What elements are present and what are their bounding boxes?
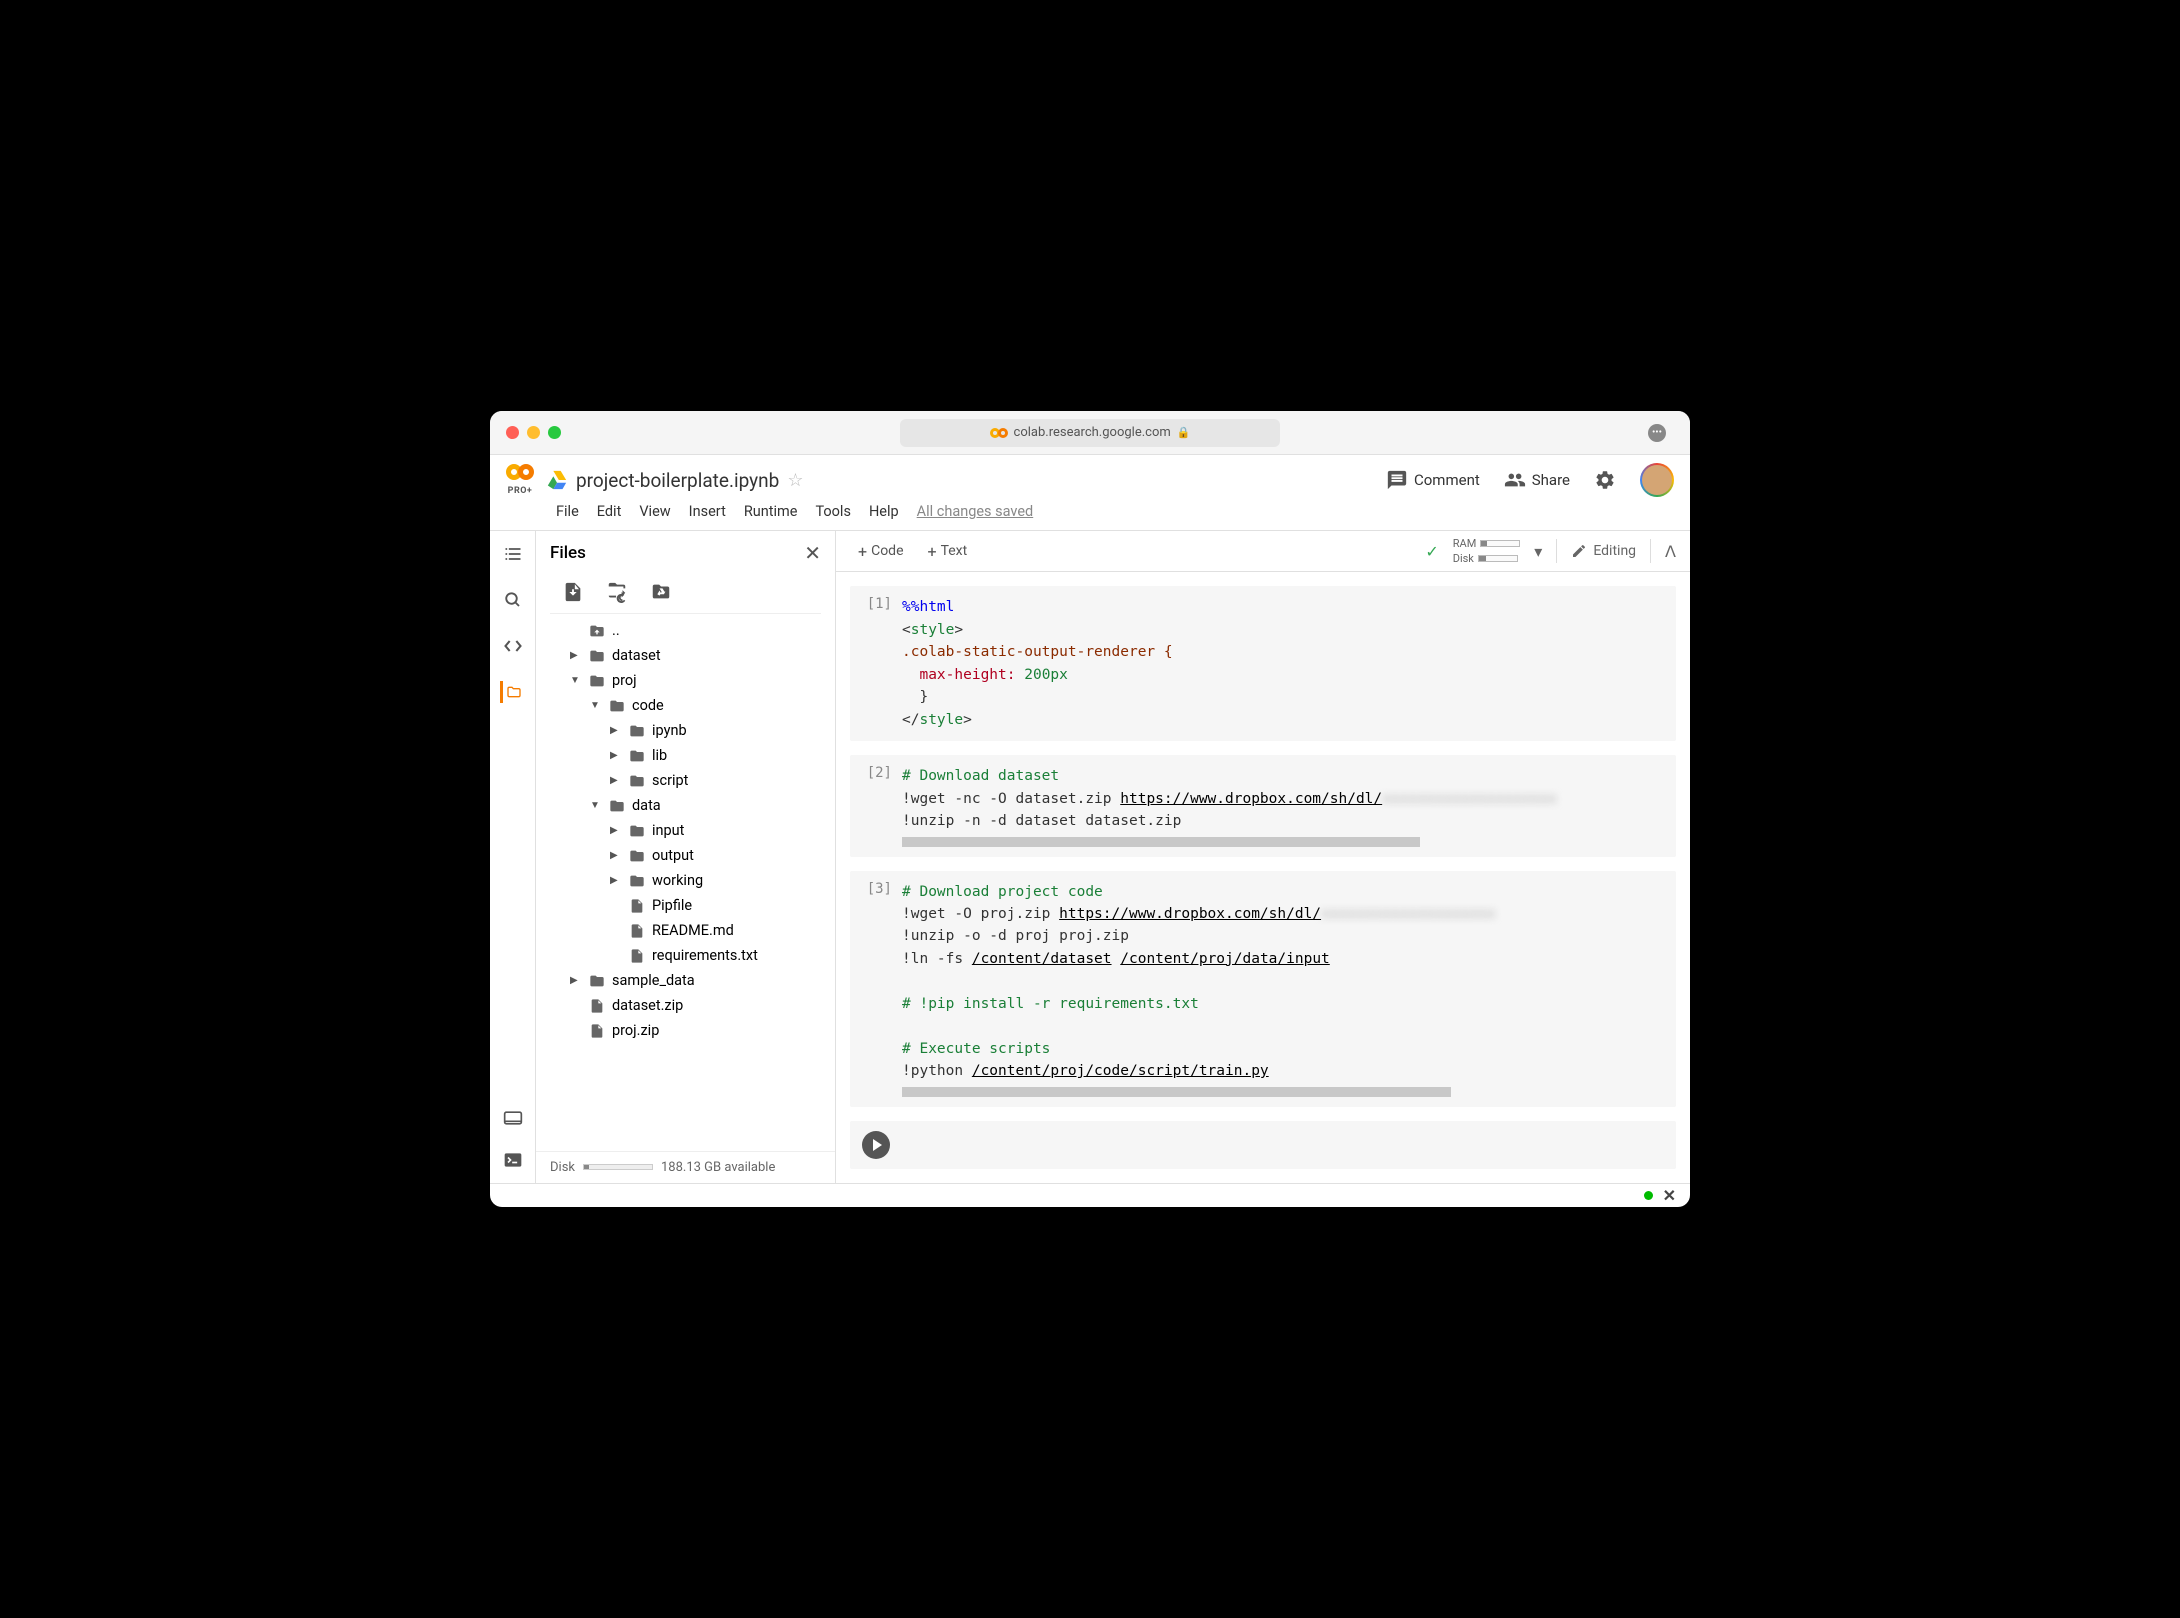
- tree-item-code[interactable]: code: [570, 693, 821, 718]
- code-cell-empty[interactable]: [850, 1121, 1676, 1169]
- mount-drive-icon[interactable]: [650, 581, 672, 603]
- add-text-button[interactable]: +Text: [920, 538, 976, 565]
- lock-icon: 🔒: [1177, 426, 1191, 439]
- comment-button[interactable]: Comment: [1386, 469, 1480, 491]
- content: Files ✕ .. dataset: [490, 531, 1690, 1182]
- notebook-toolbar: +Code +Text ✓ RAM Disk ▾ Editing ᐱ: [836, 531, 1690, 572]
- document-title[interactable]: project-boilerplate.ipynb: [576, 469, 779, 492]
- file-tree: .. dataset proj code: [550, 613, 821, 1150]
- traffic-lights: [506, 426, 561, 439]
- code-snippets-icon[interactable]: [502, 635, 524, 657]
- menu-file[interactable]: File: [556, 503, 579, 520]
- search-icon[interactable]: [502, 589, 524, 611]
- menu-runtime[interactable]: Runtime: [744, 503, 798, 520]
- cell-number: [3]: [862, 881, 902, 1097]
- cell-code[interactable]: %%html <style> .colab-static-output-rend…: [902, 596, 1664, 731]
- cell-code[interactable]: # Download project code !wget -O proj.zi…: [902, 881, 1664, 1097]
- statusbar: ✕: [490, 1183, 1690, 1207]
- connected-check-icon: ✓: [1425, 542, 1438, 561]
- tree-item-lib[interactable]: lib: [570, 743, 821, 768]
- disk-usage-bar: [583, 1164, 653, 1170]
- menu-edit[interactable]: Edit: [597, 503, 622, 520]
- settings-button[interactable]: [1594, 469, 1616, 491]
- tree-item-dataset[interactable]: dataset: [570, 643, 821, 668]
- header: PRO+ project-boilerplate.ipynb ☆ Comment…: [490, 455, 1690, 497]
- menu-insert[interactable]: Insert: [689, 503, 726, 520]
- tree-item-sample-data[interactable]: sample_data: [570, 968, 821, 993]
- account-avatar[interactable]: [1640, 463, 1674, 497]
- saved-status[interactable]: All changes saved: [917, 503, 1034, 520]
- cell-number: [2]: [862, 765, 902, 846]
- share-button[interactable]: Share: [1504, 469, 1570, 491]
- minimize-window-button[interactable]: [527, 426, 540, 439]
- resource-indicator[interactable]: RAM Disk: [1453, 537, 1521, 565]
- horizontal-scrollbar[interactable]: [902, 837, 1420, 847]
- colab-logo[interactable]: PRO+: [506, 464, 534, 496]
- cell-number: [1]: [862, 596, 902, 731]
- code-cell-3[interactable]: [3] # Download project code !wget -O pro…: [850, 871, 1676, 1107]
- run-cell-button[interactable]: [862, 1131, 890, 1159]
- comment-label: Comment: [1414, 471, 1480, 489]
- resource-dropdown-icon[interactable]: ▾: [1534, 542, 1542, 561]
- main-area: +Code +Text ✓ RAM Disk ▾ Editing ᐱ: [836, 531, 1690, 1182]
- editing-mode-button[interactable]: Editing: [1571, 543, 1636, 559]
- menu-view[interactable]: View: [639, 503, 670, 520]
- tree-item-data[interactable]: data: [570, 793, 821, 818]
- menu-help[interactable]: Help: [869, 503, 899, 520]
- tree-item-ipynb[interactable]: ipynb: [570, 718, 821, 743]
- command-palette-icon[interactable]: [502, 1107, 524, 1129]
- horizontal-scrollbar[interactable]: [902, 1087, 1451, 1097]
- tree-item-proj[interactable]: proj: [570, 668, 821, 693]
- menubar: File Edit View Insert Runtime Tools Help…: [490, 497, 1690, 531]
- divider: [1650, 539, 1651, 563]
- disk-label: Disk: [550, 1160, 575, 1175]
- tree-item-dataset-zip[interactable]: dataset.zip: [570, 993, 821, 1018]
- files-sidebar: Files ✕ .. dataset: [536, 531, 836, 1182]
- tree-item-input[interactable]: input: [570, 818, 821, 843]
- tree-item-output[interactable]: output: [570, 843, 821, 868]
- menu-tools[interactable]: Tools: [815, 503, 851, 520]
- google-drive-icon: [546, 469, 568, 491]
- colab-favicon-icon: [990, 428, 1008, 438]
- files-panel-icon[interactable]: [500, 681, 522, 703]
- url-text: colab.research.google.com: [1014, 425, 1171, 440]
- sidebar-title: Files: [550, 543, 586, 563]
- code-cell-2[interactable]: [2] # Download dataset !wget -nc -O data…: [850, 755, 1676, 856]
- refresh-folder-icon[interactable]: [606, 581, 628, 603]
- disk-available: 188.13 GB available: [661, 1160, 775, 1175]
- divider: [1556, 539, 1557, 563]
- table-of-contents-icon[interactable]: [502, 543, 524, 565]
- logo-subtitle: PRO+: [506, 486, 534, 496]
- add-code-button[interactable]: +Code: [850, 538, 912, 565]
- tree-item-requirements[interactable]: requirements.txt: [570, 943, 821, 968]
- tree-item-proj-zip[interactable]: proj.zip: [570, 1018, 821, 1043]
- tree-item-parent[interactable]: ..: [570, 618, 821, 643]
- collapse-toolbar-icon[interactable]: ᐱ: [1665, 542, 1676, 561]
- cell-code[interactable]: # Download dataset !wget -nc -O dataset.…: [902, 765, 1664, 846]
- app-window: colab.research.google.com 🔒 ••• PRO+ pro…: [490, 411, 1690, 1206]
- close-sidebar-button[interactable]: ✕: [804, 541, 821, 565]
- reader-mode-icon[interactable]: •••: [1648, 424, 1666, 442]
- close-window-button[interactable]: [506, 426, 519, 439]
- left-rail: [490, 531, 536, 1182]
- star-icon[interactable]: ☆: [787, 470, 803, 491]
- tree-item-working[interactable]: working: [570, 868, 821, 893]
- tree-item-script[interactable]: script: [570, 768, 821, 793]
- connected-dot-icon: [1644, 1191, 1653, 1200]
- titlebar: colab.research.google.com 🔒 •••: [490, 411, 1690, 455]
- share-label: Share: [1532, 471, 1570, 489]
- tree-item-readme[interactable]: README.md: [570, 918, 821, 943]
- upload-file-icon[interactable]: [562, 581, 584, 603]
- disk-footer: Disk 188.13 GB available: [536, 1151, 835, 1183]
- terminal-icon[interactable]: [502, 1149, 524, 1171]
- address-bar[interactable]: colab.research.google.com 🔒: [900, 419, 1280, 447]
- tree-item-pipfile[interactable]: Pipfile: [570, 893, 821, 918]
- code-cell-1[interactable]: [1] %%html <style> .colab-static-output-…: [850, 586, 1676, 741]
- status-close-button[interactable]: ✕: [1663, 1186, 1676, 1205]
- cells-container: [1] %%html <style> .colab-static-output-…: [836, 572, 1690, 1182]
- maximize-window-button[interactable]: [548, 426, 561, 439]
